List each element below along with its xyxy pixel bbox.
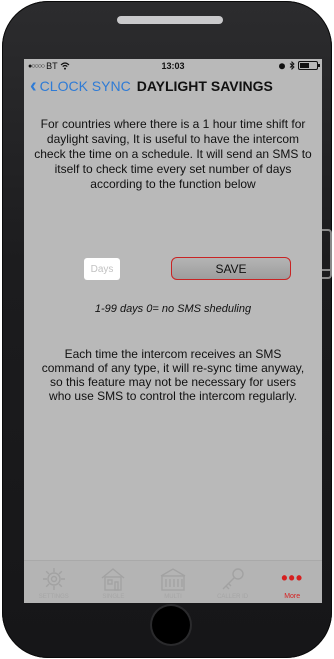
phone-frame: ●○○○○ BT 13:03 ‹ CLOCK SYNC DAYLIGHT SAV…: [2, 1, 332, 658]
chevron-left-icon: ‹: [30, 75, 37, 97]
back-button-label: CLOCK SYNC: [39, 78, 131, 94]
key-icon: [218, 565, 248, 593]
navigation-bar: ‹ CLOCK SYNC DAYLIGHT SAVINGS: [24, 73, 322, 99]
more-icon: •••: [281, 568, 304, 588]
tab-multi-label: MULTI: [164, 594, 182, 600]
battery-icon: [298, 61, 320, 70]
tab-more[interactable]: ••• More: [262, 561, 322, 603]
tab-bar: SETTINGS SINGLE MULTI CALLER ID ••• More: [24, 560, 322, 603]
status-bar: ●○○○○ BT 13:03: [24, 59, 322, 73]
speaker-grille: [117, 16, 223, 24]
tab-caller-id-label: CALLER ID: [217, 594, 249, 600]
days-range-hint: 1-99 days 0= no SMS sheduling: [94, 303, 252, 315]
page-title: DAYLIGHT SAVINGS: [136, 78, 273, 94]
tab-multi[interactable]: MULTI: [143, 561, 203, 603]
days-input[interactable]: [84, 258, 120, 280]
gear-icon: [39, 565, 69, 593]
house-icon: [98, 565, 128, 593]
tab-caller-id[interactable]: CALLER ID: [203, 561, 263, 603]
back-button[interactable]: ‹ CLOCK SYNC: [30, 75, 131, 97]
sms-resync-note: Each time the intercom receives an SMS c…: [41, 347, 305, 403]
building-icon: [158, 565, 188, 593]
tab-single[interactable]: SINGLE: [84, 561, 144, 603]
tab-more-label: More: [284, 593, 301, 600]
description-text: For countries where there is a 1 hour ti…: [34, 117, 312, 191]
tab-single-label: SINGLE: [102, 594, 125, 600]
tab-settings-label: SETTINGS: [38, 594, 69, 600]
bluetooth-icon: [289, 61, 295, 70]
home-button[interactable]: [152, 606, 190, 644]
app-screen: ●○○○○ BT 13:03 ‹ CLOCK SYNC DAYLIGHT SAV…: [24, 59, 322, 603]
alarm-icon: [279, 62, 285, 69]
tab-settings[interactable]: SETTINGS: [24, 561, 84, 603]
save-button[interactable]: SAVE: [171, 257, 291, 280]
